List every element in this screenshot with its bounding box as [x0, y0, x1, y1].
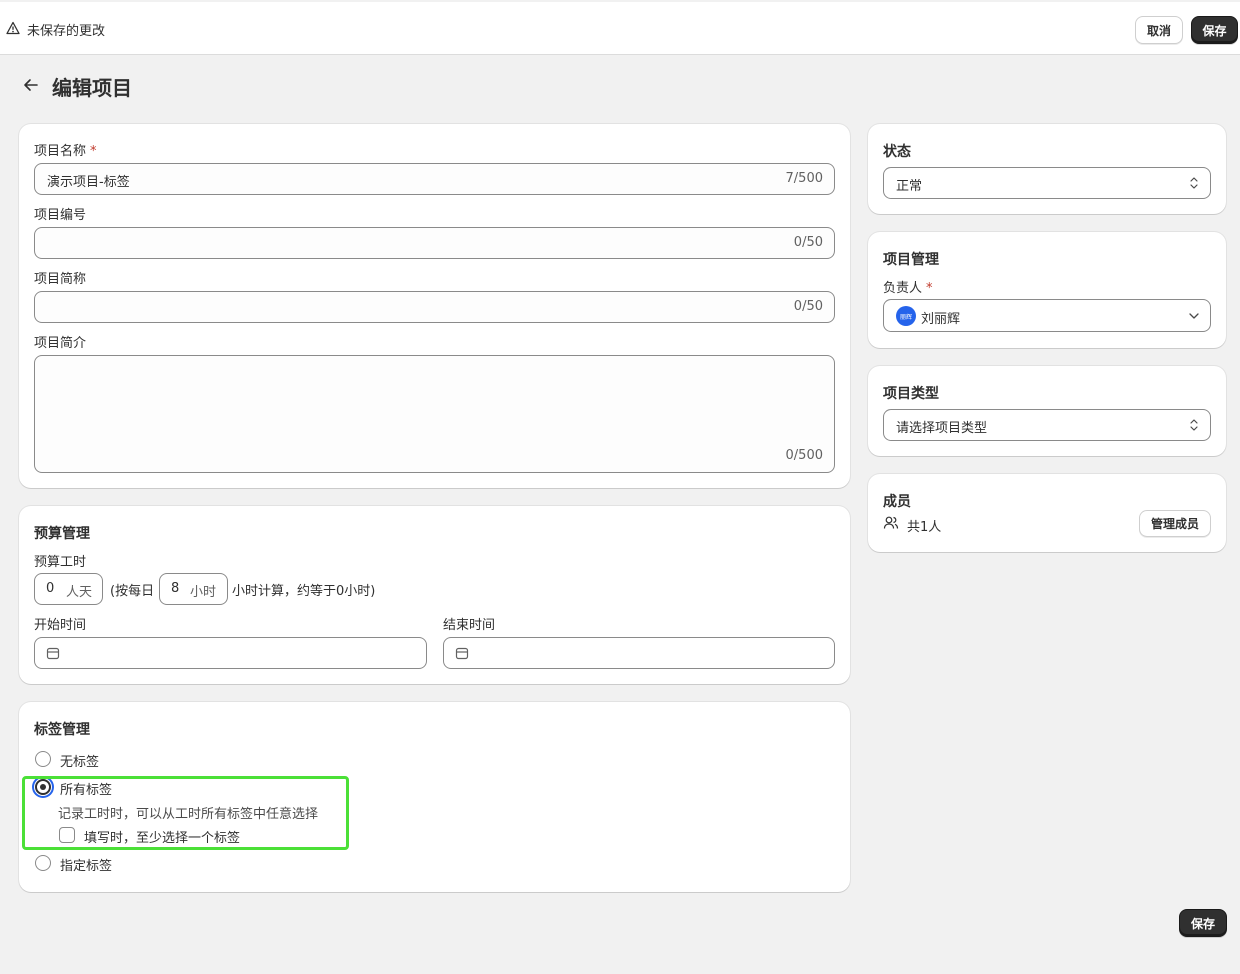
- radio-all-tags-label: 所有标签: [60, 783, 113, 798]
- cancel-button[interactable]: 取消: [1135, 16, 1183, 44]
- radio-no-tags[interactable]: [35, 751, 51, 767]
- back-arrow-icon[interactable]: [22, 76, 40, 98]
- end-date-label: 结束时间: [443, 618, 496, 633]
- unsaved-text: 未保存的更改: [27, 24, 106, 39]
- members-title: 成员: [883, 494, 911, 510]
- project-type-select[interactable]: 请选择项目类型: [883, 409, 1211, 441]
- end-date-picker[interactable]: [443, 637, 835, 669]
- project-intro-count: 0/500: [785, 448, 823, 463]
- start-date-label: 开始时间: [34, 618, 87, 633]
- project-code-label: 项目编号: [34, 208, 87, 223]
- radio-specified-tags-label: 指定标签: [60, 859, 113, 874]
- radio-specified-tags[interactable]: [35, 855, 51, 871]
- project-intro-textarea[interactable]: 0/500: [34, 355, 835, 473]
- project-short-name-label: 项目简称: [34, 272, 87, 287]
- hours-per-day-input[interactable]: 8 小时: [159, 573, 228, 605]
- project-type-placeholder: 请选择项目类型: [896, 421, 988, 436]
- status-select[interactable]: 正常: [883, 167, 1211, 199]
- budget-days-input[interactable]: 0 人天: [34, 573, 103, 605]
- project-code-count: 0/50: [793, 235, 823, 250]
- calendar-icon: [455, 646, 469, 664]
- project-management-title: 项目管理: [883, 252, 939, 268]
- select-arrows-icon: [1189, 176, 1199, 194]
- select-arrows-icon: [1189, 418, 1199, 436]
- bottom-save-button[interactable]: 保存: [1179, 909, 1227, 937]
- budget-hours-label: 预算工时: [34, 555, 87, 570]
- status-title: 状态: [883, 144, 911, 160]
- users-icon: [883, 515, 899, 535]
- page-header: 编辑项目: [22, 72, 132, 101]
- project-name-label: 项目名称 *: [34, 144, 97, 159]
- budget-card: 预算管理 预算工时 0 人天 (按每日 8 小时 小时计算，约等于0小时) 开始…: [19, 506, 850, 684]
- budget-title: 预算管理: [34, 526, 90, 542]
- tags-card: 标签管理 无标签 所有标签 记录工时时，可以从工时所有标签中任意选择 填写时，至…: [19, 702, 850, 892]
- project-name-input[interactable]: 演示项目-标签 7/500: [34, 163, 835, 195]
- all-tags-description: 记录工时时，可以从工时所有标签中任意选择: [58, 807, 319, 822]
- page-title: 编辑项目: [52, 76, 132, 100]
- tags-title: 标签管理: [34, 722, 90, 738]
- save-button[interactable]: 保存: [1191, 16, 1238, 44]
- project-type-title: 项目类型: [883, 386, 939, 402]
- require-tag-checkbox[interactable]: [59, 827, 75, 843]
- project-short-name-input[interactable]: 0/50: [34, 291, 835, 323]
- project-intro-label: 项目简介: [34, 336, 87, 351]
- unsaved-warning: 未保存的更改: [6, 20, 105, 39]
- project-management-card: 项目管理 负责人 * 丽辉 刘丽辉: [868, 232, 1226, 348]
- unsaved-changes-bar: 未保存的更改 取消 保存: [0, 2, 1240, 55]
- owner-name: 刘丽辉: [921, 312, 961, 327]
- project-type-card: 项目类型 请选择项目类型: [868, 366, 1226, 456]
- project-short-name-count: 0/50: [793, 299, 823, 314]
- basic-info-card: 项目名称 * 演示项目-标签 7/500 项目编号 0/50 项目简称 0/50 …: [19, 124, 850, 488]
- manage-members-button[interactable]: 管理成员: [1139, 510, 1211, 537]
- warning-icon: [6, 21, 20, 39]
- per-day-suffix: 小时计算，约等于0小时): [232, 584, 376, 599]
- members-count: 共1人: [907, 520, 942, 535]
- avatar: 丽辉: [896, 306, 916, 326]
- project-name-value: 演示项目-标签: [47, 175, 130, 190]
- owner-select[interactable]: 丽辉 刘丽辉: [883, 299, 1211, 332]
- members-card: 成员 共1人 管理成员: [868, 474, 1226, 552]
- status-selected-value: 正常: [896, 179, 923, 194]
- radio-all-tags[interactable]: [35, 779, 51, 795]
- owner-label: 负责人 *: [883, 281, 933, 296]
- calendar-icon: [46, 646, 60, 664]
- per-day-prefix: (按每日: [110, 584, 155, 599]
- project-name-count: 7/500: [785, 171, 823, 186]
- chevron-down-icon: [1188, 310, 1200, 325]
- require-tag-label: 填写时，至少选择一个标签: [84, 831, 241, 846]
- radio-no-tags-label: 无标签: [60, 755, 100, 770]
- status-card: 状态 正常: [868, 124, 1226, 214]
- project-code-input[interactable]: 0/50: [34, 227, 835, 259]
- start-date-picker[interactable]: [34, 637, 427, 669]
